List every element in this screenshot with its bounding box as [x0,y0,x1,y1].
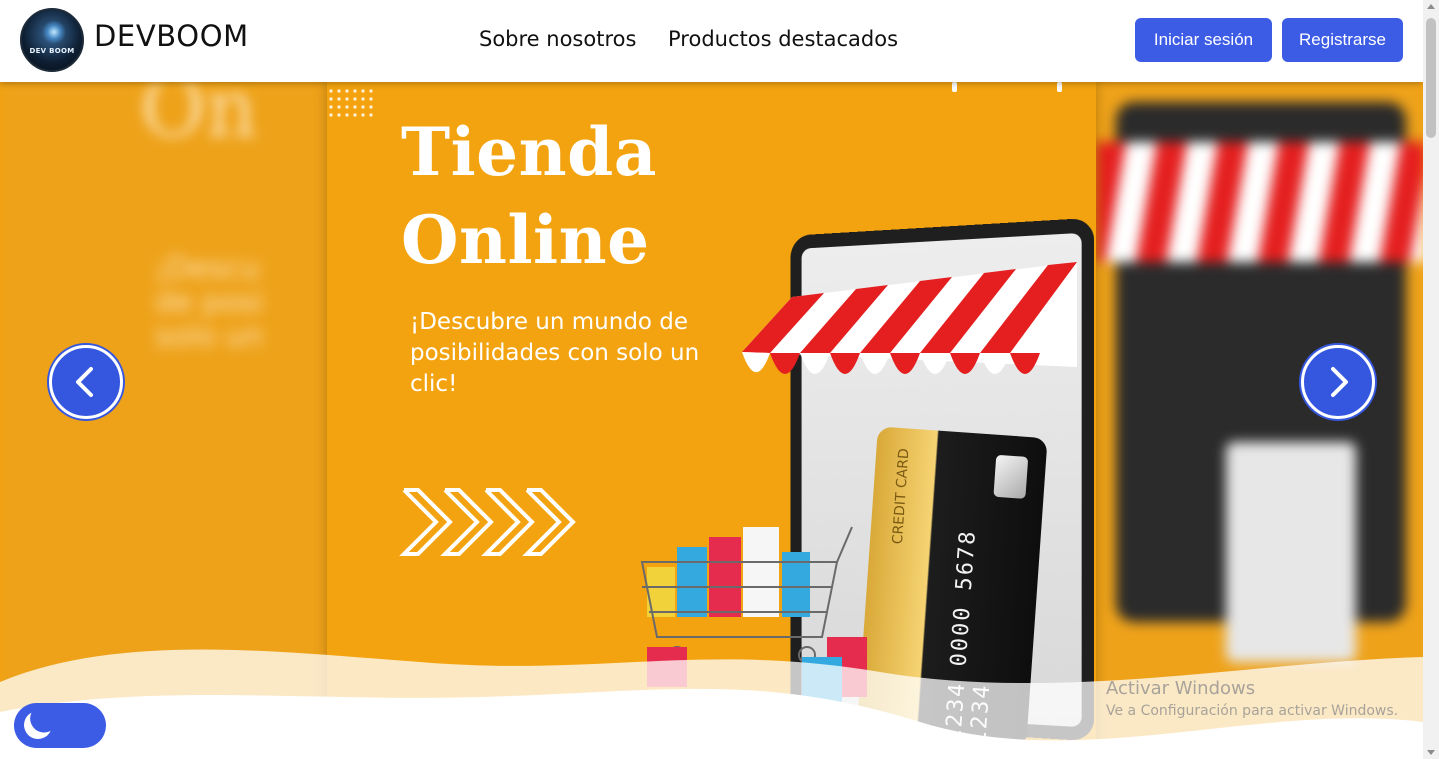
hero-subtitle: ¡Descubre un mundo de posibilidades con … [410,309,700,397]
brand-name[interactable]: DEVBOOM [94,19,249,53]
carousel-prev-button[interactable] [49,345,123,419]
watermark-title: Activar Windows [1106,678,1256,699]
vertical-scrollbar[interactable] [1423,0,1439,759]
scroll-thumb[interactable] [1426,18,1436,138]
chevron-left-icon [76,367,93,397]
dot-pattern-decoration [327,87,377,119]
shop-awning-icon [742,262,1077,374]
scroll-up-arrow-icon[interactable] [1427,4,1435,9]
blurred-card [1226,442,1356,662]
scroll-down-arrow-icon[interactable] [1427,750,1435,755]
logo[interactable]: DEV BOOM [20,8,84,72]
windows-activation-watermark: Activar Windows Ve a Configuración para … [1106,678,1398,719]
moon-icon [20,707,56,743]
chevron-right-icon [1331,367,1348,397]
dark-mode-toggle[interactable] [14,703,106,748]
chevrons-icon [399,488,576,556]
nav-link-about[interactable]: Sobre nosotros [479,27,636,51]
blurred-title: On [140,82,258,155]
hero-title: Tienda Online [401,108,657,284]
navbar: DEV BOOM DEVBOOM Sobre nosotros Producto… [0,0,1423,82]
blurred-awning [1096,142,1423,262]
register-button[interactable]: Registrarse [1282,18,1403,62]
nav-link-featured-products[interactable]: Productos destacados [668,27,898,51]
hero-title-line-1: Tienda [401,113,658,191]
hero-carousel: On ¡Descu de posi solo un Tienda Online ¡D… [0,82,1423,759]
card-label: CREDIT CARD [889,447,913,545]
hanging-decoration [952,82,957,92]
hero-title-line-2: Online [401,201,650,279]
logo-text: DEV BOOM [29,47,75,55]
hanging-decoration [1057,82,1062,92]
blurred-subtitle: ¡Descu de posi solo un [155,251,264,354]
login-button[interactable]: Iniciar sesión [1135,18,1272,62]
watermark-subtitle: Ve a Configuración para activar Windows. [1106,703,1399,719]
carousel-next-button[interactable] [1301,345,1375,419]
logo-burst-icon [42,20,66,44]
